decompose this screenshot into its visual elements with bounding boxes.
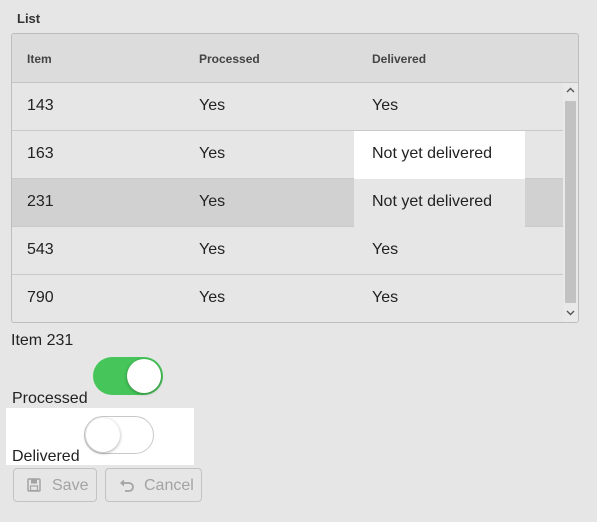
cell-delivered: Yes (372, 97, 399, 114)
table-row[interactable]: 790 Yes Yes (12, 275, 563, 322)
cell-processed: Yes (199, 289, 226, 306)
vertical-scrollbar[interactable] (563, 83, 578, 322)
save-button[interactable]: Save (13, 468, 97, 502)
selected-item-label: Item 231 (11, 332, 74, 349)
cell-item: 543 (27, 241, 54, 258)
save-button-label: Save (52, 477, 89, 494)
table-row-selected[interactable]: 231 Yes Not yet delivered (12, 179, 563, 231)
cell-delivered: Not yet delivered (372, 193, 493, 210)
scroll-down-arrow-icon[interactable] (563, 306, 578, 322)
cell-item: 231 (27, 193, 54, 210)
cell-processed: Yes (199, 193, 226, 210)
cell-item: 163 (27, 145, 54, 162)
list-title: List (17, 11, 41, 26)
cell-delivered: Yes (372, 241, 399, 258)
delivered-label: Delivered (12, 448, 80, 465)
table-row[interactable]: 143 Yes Yes (12, 83, 563, 131)
cell-processed: Yes (199, 241, 226, 258)
toggle-knob (86, 418, 120, 452)
cancel-button-label: Cancel (144, 477, 194, 494)
column-header-delivered[interactable]: Delivered (372, 52, 426, 66)
cell-processed: Yes (199, 97, 226, 114)
undo-icon (119, 477, 135, 498)
processed-toggle[interactable] (93, 357, 163, 395)
cell-item: 790 (27, 289, 54, 306)
save-disk-icon (27, 478, 41, 497)
table-row[interactable]: 543 Yes Yes (12, 227, 563, 275)
scrollbar-thumb[interactable] (565, 101, 576, 303)
items-grid: Item Processed Delivered 143 Yes Yes 163… (11, 33, 579, 323)
cell-delivered: Not yet delivered (372, 145, 493, 162)
column-header-processed[interactable]: Processed (199, 52, 260, 66)
toggle-knob (127, 359, 161, 393)
cell-processed: Yes (199, 145, 226, 162)
grid-header: Item Processed Delivered (12, 34, 578, 83)
delivered-toggle[interactable] (84, 416, 154, 454)
processed-label: Processed (12, 390, 88, 407)
cell-item: 143 (27, 97, 54, 114)
cancel-button[interactable]: Cancel (105, 468, 202, 502)
scroll-up-arrow-icon[interactable] (563, 83, 578, 99)
table-row[interactable]: 163 Yes Not yet delivered (12, 131, 563, 179)
cell-delivered: Yes (372, 289, 399, 306)
column-header-item[interactable]: Item (27, 52, 52, 66)
